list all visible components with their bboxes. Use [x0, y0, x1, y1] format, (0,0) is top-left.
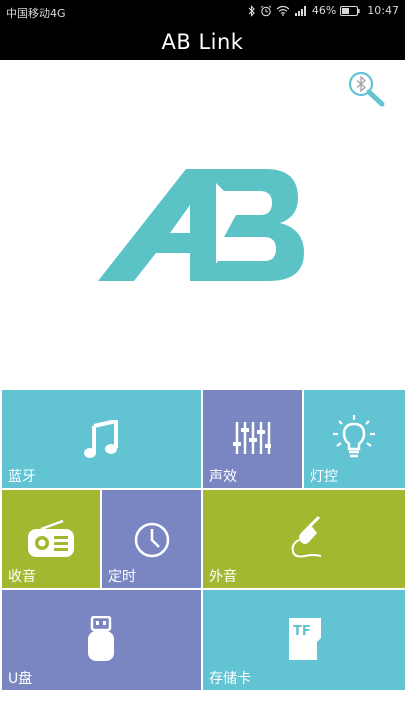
tile-label: 蓝牙	[8, 469, 36, 485]
tile-radio[interactable]: 收音	[2, 490, 100, 588]
equalizer-icon	[233, 422, 271, 454]
wifi-icon	[276, 5, 290, 16]
function-grid: 蓝牙 声效 灯控 收音 定时 外音 U盘 TF 存储卡	[0, 388, 405, 692]
clock-icon	[134, 522, 170, 558]
tile-label: 存储卡	[209, 671, 251, 687]
bluetooth-search-button[interactable]	[346, 70, 388, 112]
tile-label: 灯控	[310, 469, 338, 485]
tile-label: 外音	[209, 569, 237, 585]
clock-time: 10:47	[367, 4, 399, 17]
alarm-icon	[260, 5, 272, 17]
battery-percent: 46%	[311, 4, 337, 17]
tile-label: 收音	[8, 569, 36, 585]
tile-sound-effects[interactable]: 声效	[203, 390, 302, 488]
tile-label: 声效	[209, 469, 237, 485]
status-icons: 46% 10:47	[248, 4, 399, 17]
bluetooth-search-icon	[348, 71, 385, 107]
bluetooth-status-icon	[248, 4, 256, 17]
tf-card-icon: TF	[289, 618, 321, 660]
radio-icon	[28, 520, 74, 557]
light-bulb-icon	[333, 415, 375, 458]
tile-light-control[interactable]: 灯控	[304, 390, 405, 488]
status-bar: 中国移动4G 46% 10:47	[0, 0, 405, 24]
tile-tf-card[interactable]: TF 存储卡	[203, 590, 405, 690]
app-header: AB Link	[0, 24, 405, 60]
usb-drive-icon	[88, 616, 114, 661]
bottom-spacer	[0, 692, 405, 720]
page-title: AB Link	[161, 30, 244, 54]
signal-icon	[294, 5, 308, 16]
carrier-label: 中国移动4G	[6, 7, 66, 20]
music-note-icon	[84, 420, 118, 458]
tile-bluetooth[interactable]: 蓝牙	[2, 390, 201, 488]
audio-jack-icon	[291, 515, 322, 558]
tile-aux-in[interactable]: 外音	[203, 490, 405, 588]
tile-usb-drive[interactable]: U盘	[2, 590, 201, 690]
tile-timer[interactable]: 定时	[102, 490, 201, 588]
tile-label: 定时	[108, 569, 136, 585]
tf-card-text: TF	[293, 624, 311, 639]
battery-icon	[340, 5, 360, 16]
tile-label: U盘	[8, 671, 33, 687]
ab-logo	[98, 165, 308, 285]
